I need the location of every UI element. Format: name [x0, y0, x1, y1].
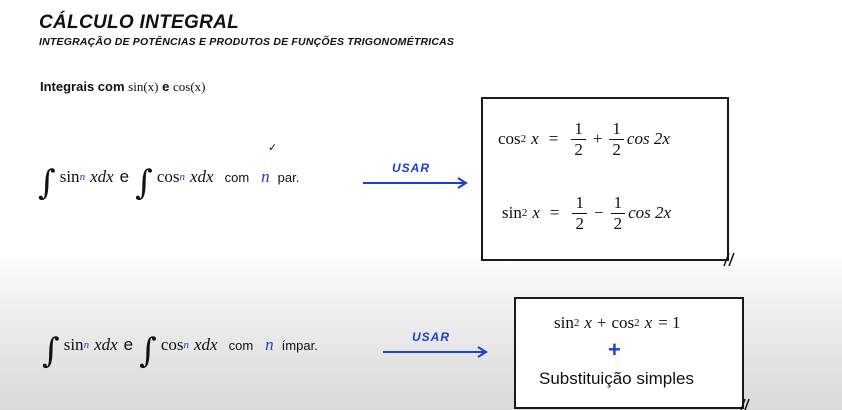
exponent: 2 [520, 133, 527, 146]
and-word: e [119, 167, 130, 186]
xdx: xdx [90, 167, 114, 186]
sin-fn: sin [554, 313, 574, 332]
com-word: com [224, 169, 250, 185]
exponent-n: n [79, 171, 86, 183]
integral-sign: ∫ [42, 331, 60, 371]
integral-sign: ∫ [38, 163, 56, 203]
fraction-half: 12 [610, 193, 626, 233]
fraction-half: 12 [572, 193, 587, 233]
xdx: xdx [190, 167, 214, 186]
substitution-text: Substituição simples [539, 369, 694, 388]
exponent: 2 [521, 207, 528, 220]
page-title: CÁLCULO INTEGRAL [39, 12, 240, 33]
cos-2x: cos 2x [626, 129, 670, 149]
identity-box-odd: sin 2 x + cos 2 x = 1 + Substituição simpl… [514, 297, 744, 409]
xdx: xdx [94, 335, 118, 354]
equals: = [548, 129, 559, 149]
arrow-right-icon [363, 177, 468, 189]
pythagorean-identity: sin 2 x + cos 2 x = 1 [554, 313, 681, 333]
com-word: com [228, 337, 254, 353]
plus-sign: + [608, 337, 621, 362]
integral-sign: ∫ [135, 163, 153, 203]
and-word: e [123, 335, 134, 354]
case-odd-expression: ∫ sin n xdx e ∫ cos n xdx com n ímpar. [42, 328, 318, 368]
plus-op: + [592, 129, 603, 149]
impar-word: ímpar. [281, 337, 318, 353]
identity-box-even: cos 2 x = 12 + 12 cos 2x sin 2 x = 12 − 12… [481, 97, 729, 261]
usar-label-even: USAR [392, 161, 431, 175]
section-prefix: Integrais com [40, 79, 125, 94]
check-mark: ✓ [268, 142, 278, 154]
page-subtitle: INTEGRAÇÃO DE POTÊNCIAS E PRODUTOS DE FU… [39, 36, 455, 48]
x-var: x [531, 129, 539, 149]
exponent-n: n [179, 171, 186, 183]
hatch-mark-icon [740, 398, 750, 410]
hatch-mark-icon [723, 252, 735, 267]
case-even-expression: ∫ sin n xdx e ∫ cos n xdx com n par. [38, 160, 300, 200]
section-and: e [162, 79, 170, 94]
equals: = [549, 203, 560, 223]
section-sin: sin(x) [128, 79, 159, 94]
identity-sin-squared: sin 2 x = 12 − 12 cos 2x [502, 193, 671, 233]
par-word: par. [277, 169, 300, 185]
integral-sign: ∫ [139, 331, 157, 371]
n-var: n [265, 335, 274, 354]
cos-fn: cos [156, 167, 180, 186]
identity-cos-squared: cos 2 x = 12 + 12 cos 2x [498, 119, 670, 159]
exponent: 2 [573, 317, 580, 329]
exponent-n: n [83, 339, 90, 351]
cos-fn: cos [498, 129, 521, 149]
sin-fn: sin [59, 167, 80, 186]
cos-fn: cos [160, 335, 184, 354]
xdx: xdx [194, 335, 218, 354]
cos-fn: cos [611, 313, 635, 332]
x-var: x [584, 313, 592, 332]
fraction-half: 12 [609, 119, 624, 159]
cos-2x: cos 2x [628, 203, 672, 223]
minus-op: − [593, 203, 604, 223]
section-heading: Integrais com sin(x) e cos(x) [40, 79, 205, 95]
arrow-right-icon [383, 346, 488, 358]
fraction-half: 12 [571, 119, 586, 159]
usar-label-odd: USAR [412, 330, 451, 344]
x-var: x [532, 203, 540, 223]
equals-one: = 1 [658, 313, 681, 332]
sin-fn: sin [502, 203, 522, 223]
exponent: 2 [634, 317, 640, 329]
section-cos: cos(x) [172, 79, 206, 94]
sin-fn: sin [63, 335, 84, 354]
x-var: x [644, 313, 653, 332]
n-var: n [261, 167, 270, 186]
plus-op: + [596, 313, 607, 332]
exponent-n: n [183, 339, 190, 351]
